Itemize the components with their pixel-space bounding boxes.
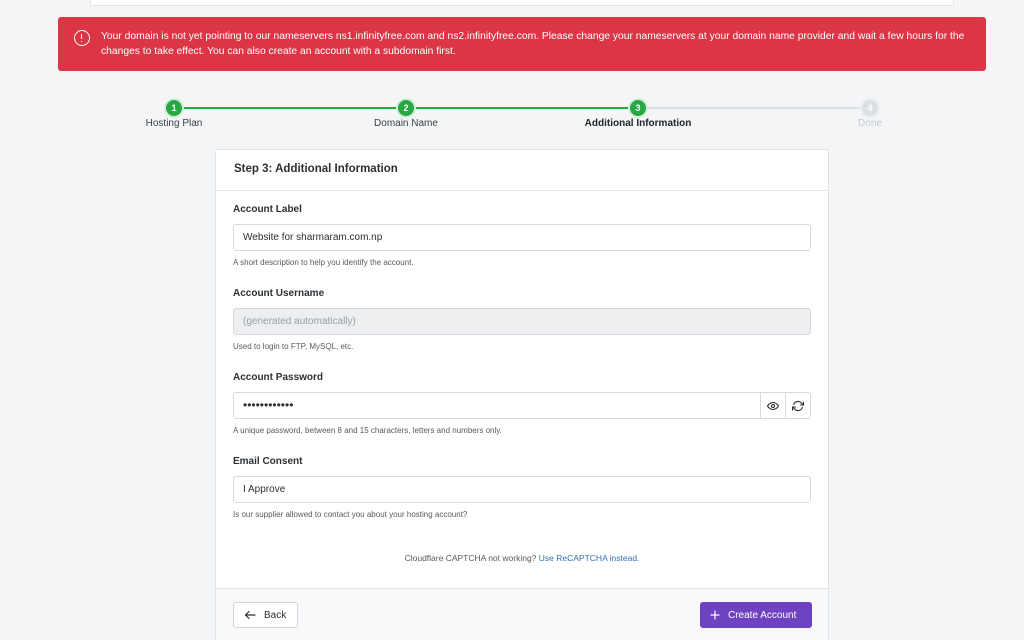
step-number: 2 [398,100,414,116]
eye-icon [767,401,779,410]
step-done: 4 Done [800,100,940,129]
previous-card-edge [90,0,954,6]
password-input-group: •••••••••••• [233,392,811,419]
account-label-group: Account Label Website for sharmaram.com.… [233,204,811,268]
account-username-help: Used to login to FTP, MySQL, etc. [233,342,354,351]
step-label: Hosting Plan [145,118,203,129]
back-button[interactable]: Back [233,602,298,628]
email-consent-group: Email Consent I Approve Is our supplier … [233,456,811,520]
card-footer: Back Create Account [216,588,828,640]
email-consent-select[interactable]: I Approve [233,476,811,503]
step-domain-name: 2 Domain Name [336,100,476,129]
email-consent-help: Is our supplier allowed to contact you a… [233,510,468,519]
step-number: 1 [166,100,182,116]
account-username-group: Account Username (generated automaticall… [233,288,811,352]
account-username-label: Account Username [233,288,325,299]
refresh-icon [792,400,804,411]
account-password-group: Account Password •••••••••••• A unique p… [233,372,811,436]
alert-circle-icon [74,30,90,46]
step-label: Done [858,118,882,129]
account-password-label: Account Password [233,372,324,383]
account-label-label: Account Label [233,204,302,215]
create-account-label: Create Account [728,609,797,621]
card-title: Step 3: Additional Information [216,150,828,191]
step-label: Additional Information [584,118,692,129]
step-number: 4 [862,100,878,116]
additional-information-card: Step 3: Additional Information Account L… [215,149,829,640]
account-password-input[interactable]: •••••••••••• [233,392,761,419]
account-username-input: (generated automatically) [233,308,811,335]
arrow-left-icon [244,610,256,620]
step-number: 3 [630,100,646,116]
step-additional-information: 3 Additional Information [568,100,708,129]
step-label: Domain Name [374,118,438,129]
account-form: Account Label Website for sharmaram.com.… [216,191,828,520]
create-account-button[interactable]: Create Account [700,602,812,628]
captcha-text: Cloudflare CAPTCHA not working? [404,553,537,563]
step-hosting-plan: 1 Hosting Plan [104,100,244,129]
plus-icon [710,610,720,620]
back-button-label: Back [264,609,287,621]
use-recaptcha-link[interactable]: Use ReCAPTCHA instead. [539,553,640,563]
account-password-help: A unique password, between 8 and 15 char… [233,426,502,435]
show-password-button[interactable] [761,392,786,419]
alert-message: Your domain is not yet pointing to our n… [101,31,965,57]
generate-password-button[interactable] [786,392,811,419]
account-label-input[interactable]: Website for sharmaram.com.np [233,224,811,251]
captcha-notice: Cloudflare CAPTCHA not working? Use ReCA… [216,553,828,563]
account-label-help: A short description to help you identify… [233,258,414,267]
email-consent-label: Email Consent [233,456,303,467]
progress-stepper: 1 Hosting Plan 2 Domain Name 3 Additiona… [0,100,1024,130]
domain-warning-alert: Your domain is not yet pointing to our n… [58,17,986,71]
